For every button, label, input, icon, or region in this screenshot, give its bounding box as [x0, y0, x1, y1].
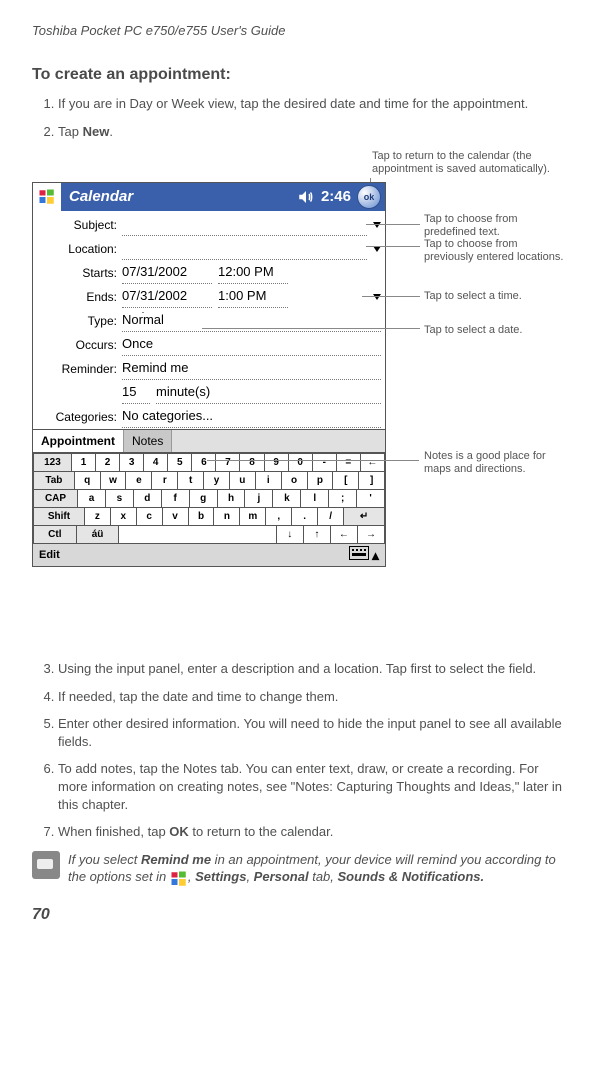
subject-label: Subject: — [37, 217, 120, 233]
step-6: To add notes, tap the Notes tab. You can… — [58, 760, 564, 813]
step-4: If needed, tap the date and time to chan… — [58, 688, 564, 706]
ends-date[interactable]: 07/31/2002 — [122, 287, 212, 308]
ends-time[interactable]: 1:00 PM — [218, 287, 288, 308]
step-3: Using the input panel, enter a descripti… — [58, 660, 564, 678]
occurs-label: Occurs: — [37, 337, 120, 353]
ends-field[interactable]: 07/31/2002 1:00 PM — [120, 287, 381, 308]
doc-header: Toshiba Pocket PC e750/e755 User's Guide — [32, 22, 564, 40]
ok-button[interactable]: ok — [357, 185, 381, 209]
ends-label: Ends: — [37, 289, 120, 305]
step-7-pre: When finished, tap — [58, 824, 169, 839]
start-flag-icon — [170, 870, 188, 884]
step-2-new: New — [83, 124, 110, 139]
callout-prevloc: Tap to choose from previously entered lo… — [424, 238, 564, 264]
device-screenshot: Calendar 2:46 ok Subject: Location: Star… — [32, 182, 386, 567]
reminder-field[interactable]: Remind me — [120, 359, 381, 380]
reminder-amount[interactable]: 15 minute(s) — [120, 383, 381, 404]
step-7-ok: OK — [169, 824, 189, 839]
step-2-text: Tap — [58, 124, 83, 139]
callout-return: Tap to return to the calendar (the appoi… — [372, 150, 572, 176]
callout-notes: Notes is a good place for maps and direc… — [424, 450, 564, 476]
type-label: Type: — [37, 313, 120, 329]
reminder-label: Reminder: — [37, 361, 120, 377]
note-text: If you select Remind me in an appointmen… — [68, 851, 564, 886]
location-label: Location: — [37, 241, 120, 257]
up-caret-icon[interactable]: ▴ — [372, 547, 379, 563]
step-1: If you are in Day or Week view, tap the … — [58, 95, 564, 113]
speaker-icon[interactable] — [297, 188, 315, 206]
tab-appointment[interactable]: Appointment — [33, 430, 124, 452]
note-block: If you select Remind me in an appointmen… — [32, 851, 564, 886]
location-field[interactable] — [120, 239, 381, 260]
step-5: Enter other desired information. You wil… — [58, 715, 564, 750]
step-2-period: . — [109, 124, 113, 139]
starts-time[interactable]: 12:00 PM — [218, 263, 288, 284]
callout-predef: Tap to choose from predefined text. — [424, 213, 564, 239]
tab-notes[interactable]: Notes — [124, 430, 172, 452]
step-2: Tap New. — [58, 123, 564, 141]
title-bar: Calendar 2:46 ok — [33, 183, 385, 211]
step-7-post: to return to the calendar. — [189, 824, 334, 839]
chevron-down-icon[interactable] — [373, 294, 381, 300]
edit-menu[interactable]: Edit — [39, 548, 60, 563]
soft-keyboard[interactable]: 1231234567890-=← Tabqwertyuiop[] CAPasdf… — [33, 452, 385, 543]
page-number: 70 — [32, 904, 564, 926]
chevron-down-icon[interactable] — [373, 222, 381, 228]
starts-field[interactable]: 07/31/2002 12:00 PM — [120, 263, 381, 284]
start-icon[interactable] — [33, 183, 61, 211]
screenshot-area: Tap to return to the calendar (the appoi… — [32, 150, 564, 650]
step-7: When finished, tap OK to return to the c… — [58, 823, 564, 841]
categories-field[interactable]: No categories... — [120, 407, 381, 428]
callout-seldate: Tap to select a date. — [424, 324, 522, 337]
starts-label: Starts: — [37, 265, 120, 281]
callout-seltime: Tap to select a time. — [424, 290, 522, 303]
keyboard-icon[interactable] — [349, 546, 369, 560]
app-title: Calendar — [61, 187, 297, 207]
clock-text[interactable]: 2:46 — [321, 187, 351, 207]
form-area: Subject: Location: Starts: 07/31/2002 12… — [33, 211, 385, 429]
subject-field[interactable] — [120, 215, 381, 236]
edit-bar: Edit ▴ — [33, 543, 385, 566]
tabs-bar: Appointment Notes — [33, 429, 385, 452]
starts-date[interactable]: 07/31/2002 — [122, 263, 212, 284]
note-icon — [32, 851, 60, 879]
categories-label: Categories: — [37, 409, 120, 425]
occurs-field[interactable]: Once — [120, 335, 381, 356]
section-title: To create an appointment: — [32, 64, 564, 86]
